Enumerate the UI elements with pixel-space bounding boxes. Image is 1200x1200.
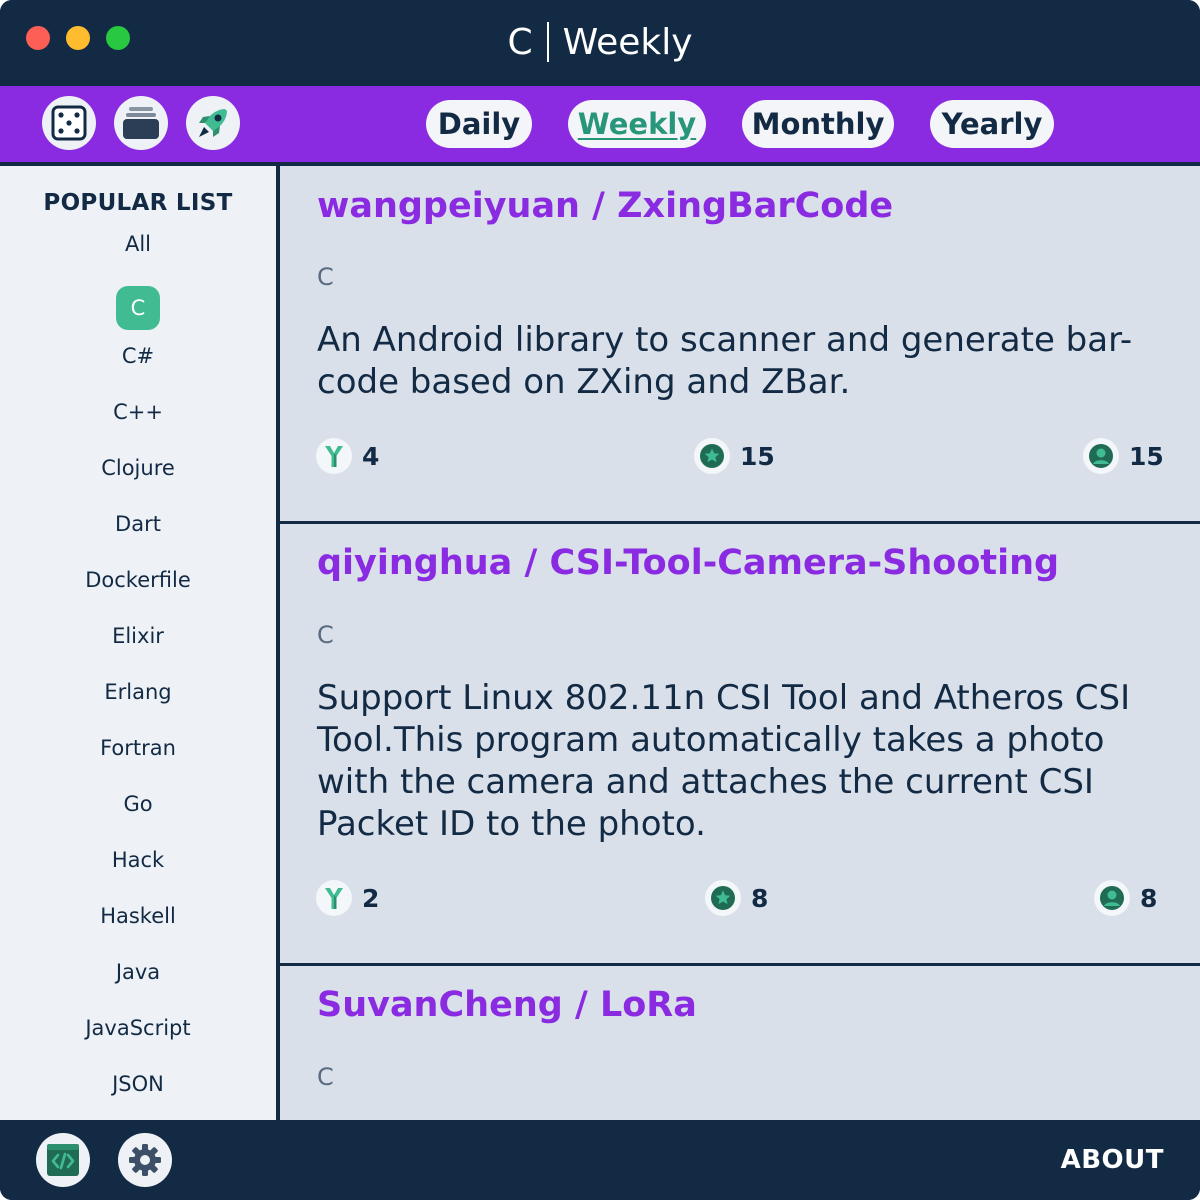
- watcher-count: 8: [1094, 879, 1157, 917]
- sidebar-item-fortran[interactable]: Fortran: [0, 728, 276, 784]
- app-window: C Weekly Daily Weekly Monthly Yearly POP…: [0, 0, 1200, 1200]
- user-icon: [1094, 880, 1130, 916]
- window-title: C Weekly: [0, 0, 1200, 84]
- repo-card: qiyinghua / CSI-Tool-Camera-Shooting C S…: [280, 524, 1200, 964]
- fork-icon: [316, 438, 352, 474]
- fork-count-value: 4: [362, 441, 380, 471]
- gear-icon: [129, 1144, 161, 1176]
- sidebar-item-csharp[interactable]: C#: [0, 336, 276, 392]
- sidebar-item-javascript[interactable]: JavaScript: [0, 1008, 276, 1064]
- sidebar-item-label: Go: [123, 792, 153, 816]
- repo-language: C: [317, 621, 334, 649]
- window-title-period: Weekly: [562, 21, 693, 63]
- sidebar-item-label: C#: [121, 344, 155, 368]
- sidebar-item-label: Hack: [111, 848, 165, 872]
- about-link[interactable]: ABOUT: [1061, 1120, 1164, 1200]
- repo-description: Support Linux 802.11n CSI Tool and Ather…: [317, 678, 1131, 844]
- window-title-language: C: [507, 21, 533, 63]
- sidebar-heading: POPULAR LIST: [43, 190, 233, 216]
- tab-monthly[interactable]: Monthly: [742, 100, 894, 148]
- star-count: 15: [694, 437, 775, 475]
- repo-language: C: [317, 263, 334, 291]
- footer-bar: ABOUT: [0, 1120, 1200, 1200]
- sidebar: POPULAR LIST All C C# C++ Clojure Dart D…: [0, 166, 276, 1120]
- fork-count: 2: [316, 879, 379, 917]
- watcher-count-value: 15: [1129, 441, 1164, 471]
- period-tabs: Daily Weekly Monthly Yearly: [0, 100, 1200, 148]
- tab-daily[interactable]: Daily: [426, 100, 532, 148]
- sidebar-item-dockerfile[interactable]: Dockerfile: [0, 560, 276, 616]
- tab-yearly[interactable]: Yearly: [930, 100, 1054, 148]
- sidebar-item-label: JSON: [112, 1072, 164, 1096]
- settings-button[interactable]: [118, 1133, 172, 1187]
- repo-description: An Android library to scanner and genera…: [317, 320, 1133, 402]
- star-count-value: 8: [751, 883, 769, 913]
- sidebar-item-label: Dockerfile: [85, 568, 191, 592]
- sidebar-item-c[interactable]: C: [0, 280, 276, 336]
- sidebar-item-label: Haskell: [100, 904, 176, 928]
- sidebar-item-erlang[interactable]: Erlang: [0, 672, 276, 728]
- tab-weekly[interactable]: Weekly: [568, 100, 706, 148]
- fork-icon: [316, 880, 352, 916]
- sidebar-item-elixir[interactable]: Elixir: [0, 616, 276, 672]
- sidebar-item-label: Elixir: [112, 624, 164, 648]
- repo-title-link[interactable]: SuvanCheng / LoRa: [317, 985, 697, 1025]
- title-separator: [546, 22, 549, 62]
- sidebar-item-label: Clojure: [101, 456, 175, 480]
- sidebar-item-label: JavaScript: [85, 1016, 191, 1040]
- watcher-count: 15: [1083, 437, 1164, 475]
- repo-list: wangpeiyuan / ZxingBarCode C An Android …: [280, 166, 1200, 1120]
- star-count: 8: [705, 879, 768, 917]
- source-code-button[interactable]: [36, 1133, 90, 1187]
- language-list: All C C# C++ Clojure Dart Dockerfile Eli…: [0, 224, 276, 1120]
- sidebar-item-dart[interactable]: Dart: [0, 504, 276, 560]
- repo-card: SuvanCheng / LoRa C: [280, 966, 1200, 1120]
- star-badge-icon: [705, 880, 741, 916]
- star-count-value: 15: [740, 441, 775, 471]
- sidebar-item-json[interactable]: JSON: [0, 1064, 276, 1120]
- fork-count: 4: [316, 437, 379, 475]
- code-icon: [47, 1144, 79, 1176]
- sidebar-item-label: Dart: [115, 512, 161, 536]
- sidebar-item-cpp[interactable]: C++: [0, 392, 276, 448]
- sidebar-item-hack[interactable]: Hack: [0, 840, 276, 896]
- watcher-count-value: 8: [1140, 883, 1158, 913]
- star-badge-icon: [694, 438, 730, 474]
- toolbar: Daily Weekly Monthly Yearly: [0, 86, 1200, 162]
- user-icon: [1083, 438, 1119, 474]
- title-bar: C Weekly: [0, 0, 1200, 86]
- sidebar-item-haskell[interactable]: Haskell: [0, 896, 276, 952]
- repo-card: wangpeiyuan / ZxingBarCode C An Android …: [280, 166, 1200, 521]
- sidebar-item-label: C++: [113, 400, 163, 424]
- repo-title-link[interactable]: qiyinghua / CSI-Tool-Camera-Shooting: [317, 543, 1059, 583]
- sidebar-item-label: Fortran: [100, 736, 176, 760]
- repo-title-link[interactable]: wangpeiyuan / ZxingBarCode: [317, 186, 893, 226]
- sidebar-item-label: Erlang: [104, 680, 172, 704]
- repo-language: C: [317, 1063, 334, 1091]
- sidebar-item-label: All: [124, 232, 152, 256]
- fork-count-value: 2: [362, 883, 380, 913]
- sidebar-item-go[interactable]: Go: [0, 784, 276, 840]
- sidebar-item-all[interactable]: All: [0, 224, 276, 280]
- sidebar-item-label: Java: [115, 960, 161, 984]
- sidebar-item-java[interactable]: Java: [0, 952, 276, 1008]
- sidebar-item-label: C: [116, 286, 160, 330]
- sidebar-item-clojure[interactable]: Clojure: [0, 448, 276, 504]
